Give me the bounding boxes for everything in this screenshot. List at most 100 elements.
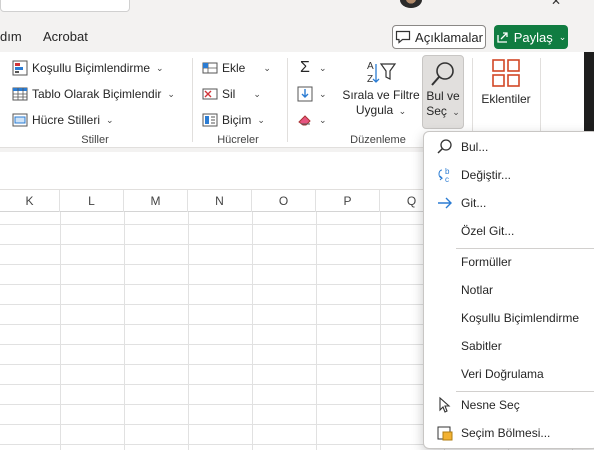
- search-icon: [437, 139, 452, 154]
- editing-group-label: Düzenleme: [350, 134, 406, 146]
- chevron-down-icon: ⌄: [319, 62, 327, 73]
- eraser-icon: [298, 115, 311, 126]
- title-bar: ✕: [0, 0, 594, 20]
- format-icon: [202, 113, 218, 127]
- svg-text:A: A: [367, 61, 374, 72]
- column-header-p[interactable]: P: [316, 190, 380, 212]
- close-window-button[interactable]: ✕: [549, 0, 563, 7]
- menu-item-label: Değiştir...: [461, 168, 512, 182]
- format-as-table-icon: [12, 87, 28, 101]
- menu-separator: [456, 391, 594, 392]
- sort-filter-icon: A Z: [367, 61, 397, 85]
- conditional-formatting-button[interactable]: Koşullu Biçimlendirme ⌄: [12, 58, 164, 78]
- menu-item-label: Bul...: [461, 140, 489, 154]
- share-button[interactable]: Paylaş ⌄: [494, 25, 568, 49]
- sort-filter-button[interactable]: A Z Sırala ve Filtre Uygula ⌄: [342, 58, 420, 119]
- cells-group-label: Hücreler: [217, 134, 259, 146]
- menu-item-label: Seçim Bölmesi...: [461, 426, 551, 440]
- column-header-o[interactable]: O: [252, 190, 316, 212]
- insert-label: Ekle: [222, 61, 246, 75]
- fill-button[interactable]: ⌄: [297, 84, 327, 104]
- delete-button[interactable]: Sil ⌄: [202, 84, 261, 104]
- chevron-down-icon: ⌄: [156, 62, 164, 73]
- chevron-down-icon: ⌄: [319, 114, 327, 125]
- svg-text:Z: Z: [367, 74, 373, 85]
- chevron-down-icon: ⌄: [253, 88, 261, 99]
- conditional-formatting-icon: [12, 60, 28, 76]
- chevron-down-icon: ⌄: [263, 62, 271, 73]
- menu-item-label: Git...: [461, 196, 487, 210]
- group-divider: [540, 58, 541, 142]
- fill-down-icon: [297, 86, 313, 102]
- menu-item-find[interactable]: Bul...: [424, 135, 594, 159]
- sort-filter-label-line1: Sırala ve Filtre: [342, 88, 420, 102]
- addins-button[interactable]: Eklentiler: [478, 58, 534, 107]
- column-header-n[interactable]: N: [188, 190, 252, 212]
- format-label: Biçim: [222, 113, 252, 127]
- group-divider: [287, 58, 288, 142]
- window-edge: [584, 52, 594, 132]
- pointer-icon: [439, 396, 451, 413]
- cell-styles-button[interactable]: Hücre Stilleri ⌄: [12, 110, 114, 130]
- addins-label: Eklentiler: [481, 92, 531, 106]
- find-select-menu: Bul... bc Değiştir... Git... Özel Git...…: [423, 131, 594, 449]
- addins-icon: [492, 59, 520, 87]
- format-as-table-button[interactable]: Tablo Olarak Biçimlendir ⌄: [12, 84, 175, 104]
- format-button[interactable]: Biçim ⌄: [202, 110, 265, 130]
- menu-item-label: Nesne Seç: [461, 398, 520, 412]
- clear-button[interactable]: ⌄: [297, 110, 327, 130]
- menu-item-label: Veri Doğrulama: [461, 367, 544, 381]
- tab-acrobat[interactable]: Acrobat: [43, 29, 88, 44]
- group-divider: [192, 58, 193, 142]
- insert-icon: [202, 62, 218, 74]
- arrow-right-icon: [438, 197, 452, 209]
- menu-item-label: Formüller: [461, 255, 512, 269]
- menu-item-constants[interactable]: Sabitler: [424, 334, 594, 358]
- menu-item-label: Özel Git...: [461, 224, 515, 238]
- comment-icon: [395, 30, 411, 44]
- conditional-formatting-label: Koşullu Biçimlendirme: [32, 61, 151, 75]
- comments-button[interactable]: Açıklamalar: [392, 25, 486, 49]
- menu-item-label: Notlar: [461, 283, 494, 297]
- menu-item-goto[interactable]: Git...: [424, 191, 594, 215]
- column-header-l[interactable]: L: [60, 190, 124, 212]
- menu-item-label: Sabitler: [461, 339, 502, 353]
- sort-filter-label-line2: Uygula ⌄: [355, 103, 407, 117]
- chevron-down-icon: ⌄: [558, 31, 567, 42]
- chevron-down-icon: ⌄: [257, 114, 265, 125]
- comments-label: Açıklamalar: [415, 29, 483, 45]
- autosum-button[interactable]: Σ ⌄: [297, 58, 327, 78]
- group-divider: [472, 58, 473, 142]
- menu-item-label: Koşullu Biçimlendirme: [461, 311, 580, 325]
- styles-group-label: Stiller: [81, 134, 109, 146]
- menu-item-select-objects[interactable]: Nesne Seç: [424, 393, 594, 417]
- menu-item-formulas[interactable]: Formüller: [424, 250, 594, 274]
- menu-item-data-validation[interactable]: Veri Doğrulama: [424, 362, 594, 386]
- column-header-m[interactable]: M: [124, 190, 188, 212]
- chevron-down-icon: ⌄: [106, 114, 114, 125]
- find-select-label-line2: Seç ⌄: [426, 104, 460, 118]
- chevron-down-icon: ⌄: [319, 88, 327, 99]
- share-icon: [497, 32, 508, 43]
- format-as-table-label: Tablo Olarak Biçimlendir: [32, 87, 162, 101]
- svg-text:c: c: [445, 175, 449, 184]
- insert-button[interactable]: Ekle ⌄: [202, 58, 271, 78]
- selection-pane-icon: [437, 426, 453, 441]
- cell-styles-icon: [12, 113, 28, 127]
- menu-item-goto-special[interactable]: Özel Git...: [424, 219, 594, 243]
- replace-icon: bc: [438, 167, 450, 184]
- menu-item-replace[interactable]: bc Değiştir...: [424, 163, 594, 187]
- delete-icon: [202, 88, 218, 100]
- chevron-down-icon: ⌄: [167, 88, 175, 99]
- share-label: Paylaş: [513, 29, 553, 45]
- magnifier-icon: [431, 62, 454, 86]
- find-select-button[interactable]: Bul ve Seç ⌄: [422, 55, 464, 129]
- menu-item-selection-pane[interactable]: Seçim Bölmesi...: [424, 421, 594, 445]
- avatar[interactable]: [400, 0, 422, 8]
- search-box[interactable]: [0, 0, 130, 12]
- menu-item-conditional-formatting[interactable]: Koşullu Biçimlendirme: [424, 306, 594, 330]
- menu-item-notes[interactable]: Notlar: [424, 278, 594, 302]
- column-header-k[interactable]: K: [0, 190, 60, 212]
- delete-label: Sil: [222, 87, 236, 101]
- tab-help[interactable]: dım: [0, 29, 22, 44]
